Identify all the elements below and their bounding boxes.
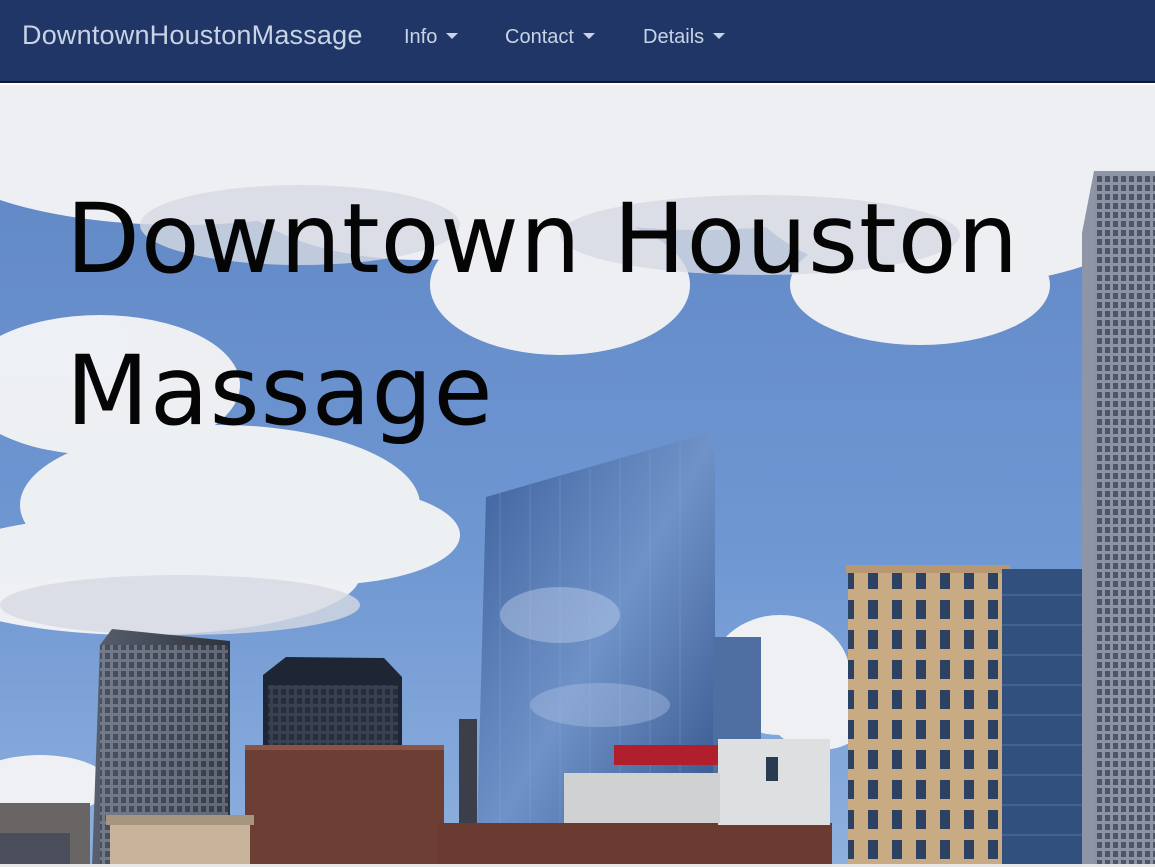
nav-dropdown-details[interactable]: Details — [643, 26, 726, 49]
nav-label-details: Details — [643, 26, 705, 48]
nav-dropdown-contact[interactable]: Contact — [505, 26, 595, 49]
hero-banner: Downtown Houston Massage — [0, 85, 1155, 867]
brand-link[interactable]: DowntownHoustonMassage — [22, 20, 363, 51]
caret-down-icon — [713, 32, 726, 39]
caret-down-icon — [446, 32, 459, 39]
hero-title: Downtown Houston Massage — [66, 183, 1020, 447]
nav-label-contact: Contact — [505, 26, 574, 48]
nav-label-info: Info — [404, 26, 438, 48]
caret-down-icon — [582, 32, 595, 39]
top-navbar: DowntownHoustonMassage Info Contact Deta… — [0, 0, 1155, 83]
nav-dropdown-info[interactable]: Info — [404, 26, 459, 49]
